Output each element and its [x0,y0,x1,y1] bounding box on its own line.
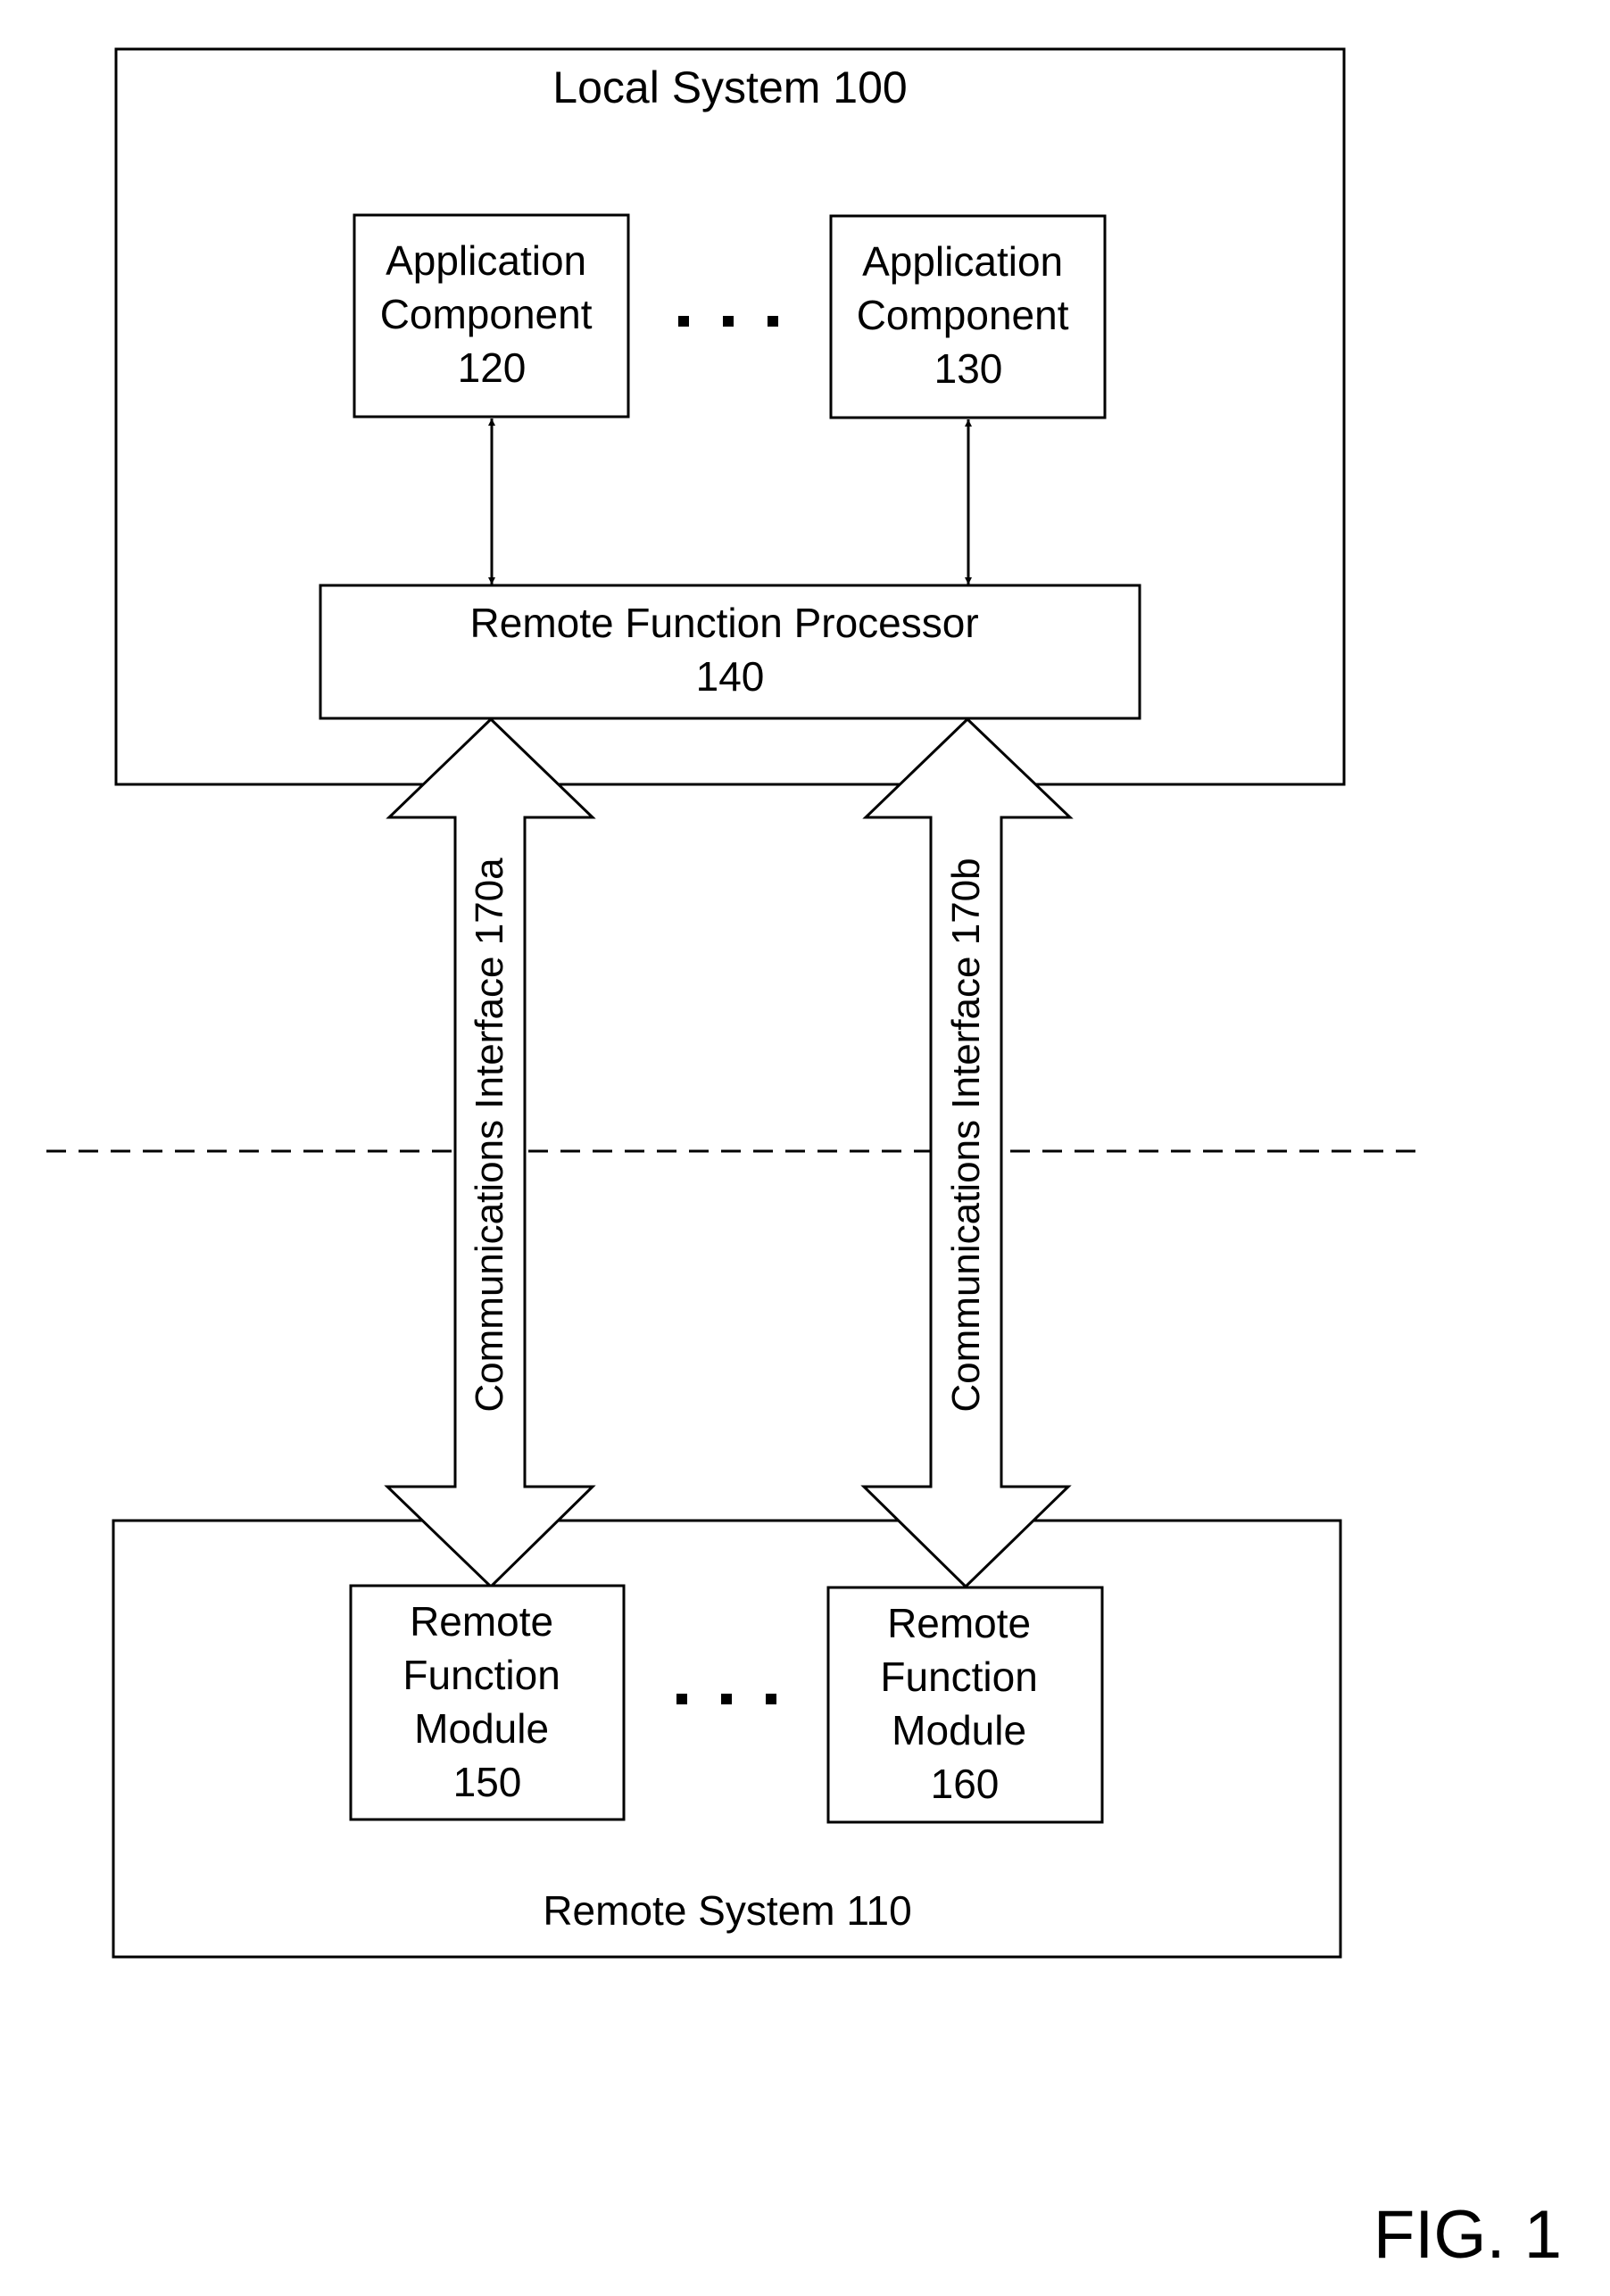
communications-interface-170b-label: Communications Interface 170b [944,858,988,1412]
remote-function-module-150[interactable]: Remote Function Module 150 [349,1584,626,1821]
app-components-ellipsis [678,316,778,327]
remote-system-box[interactable]: Remote System 110 [112,1519,1342,1959]
communications-interface-170b[interactable]: Communications Interface 170b [860,717,1074,1589]
remote-system-title: Remote System 110 [543,1887,911,1934]
app-component-130[interactable]: Application Component 130 [829,214,1107,419]
modules-ellipsis [676,1694,776,1704]
remote-function-processor-140[interactable]: Remote Function Processor 140 [319,584,1141,720]
remote-function-module-160[interactable]: Remote Function Module 160 [826,1586,1104,1824]
communications-interface-170a-label: Communications Interface 170a [468,858,511,1413]
communications-interface-170a[interactable]: Communications Interface 170a [384,717,596,1589]
figure-label: FIG. 1 [1373,2197,1562,2273]
diagram-canvas: Local System 100 Application Component 1… [46,47,1562,2273]
app-component-120[interactable]: Application Component 120 [353,213,630,419]
local-system-title: Local System 100 [552,62,907,112]
